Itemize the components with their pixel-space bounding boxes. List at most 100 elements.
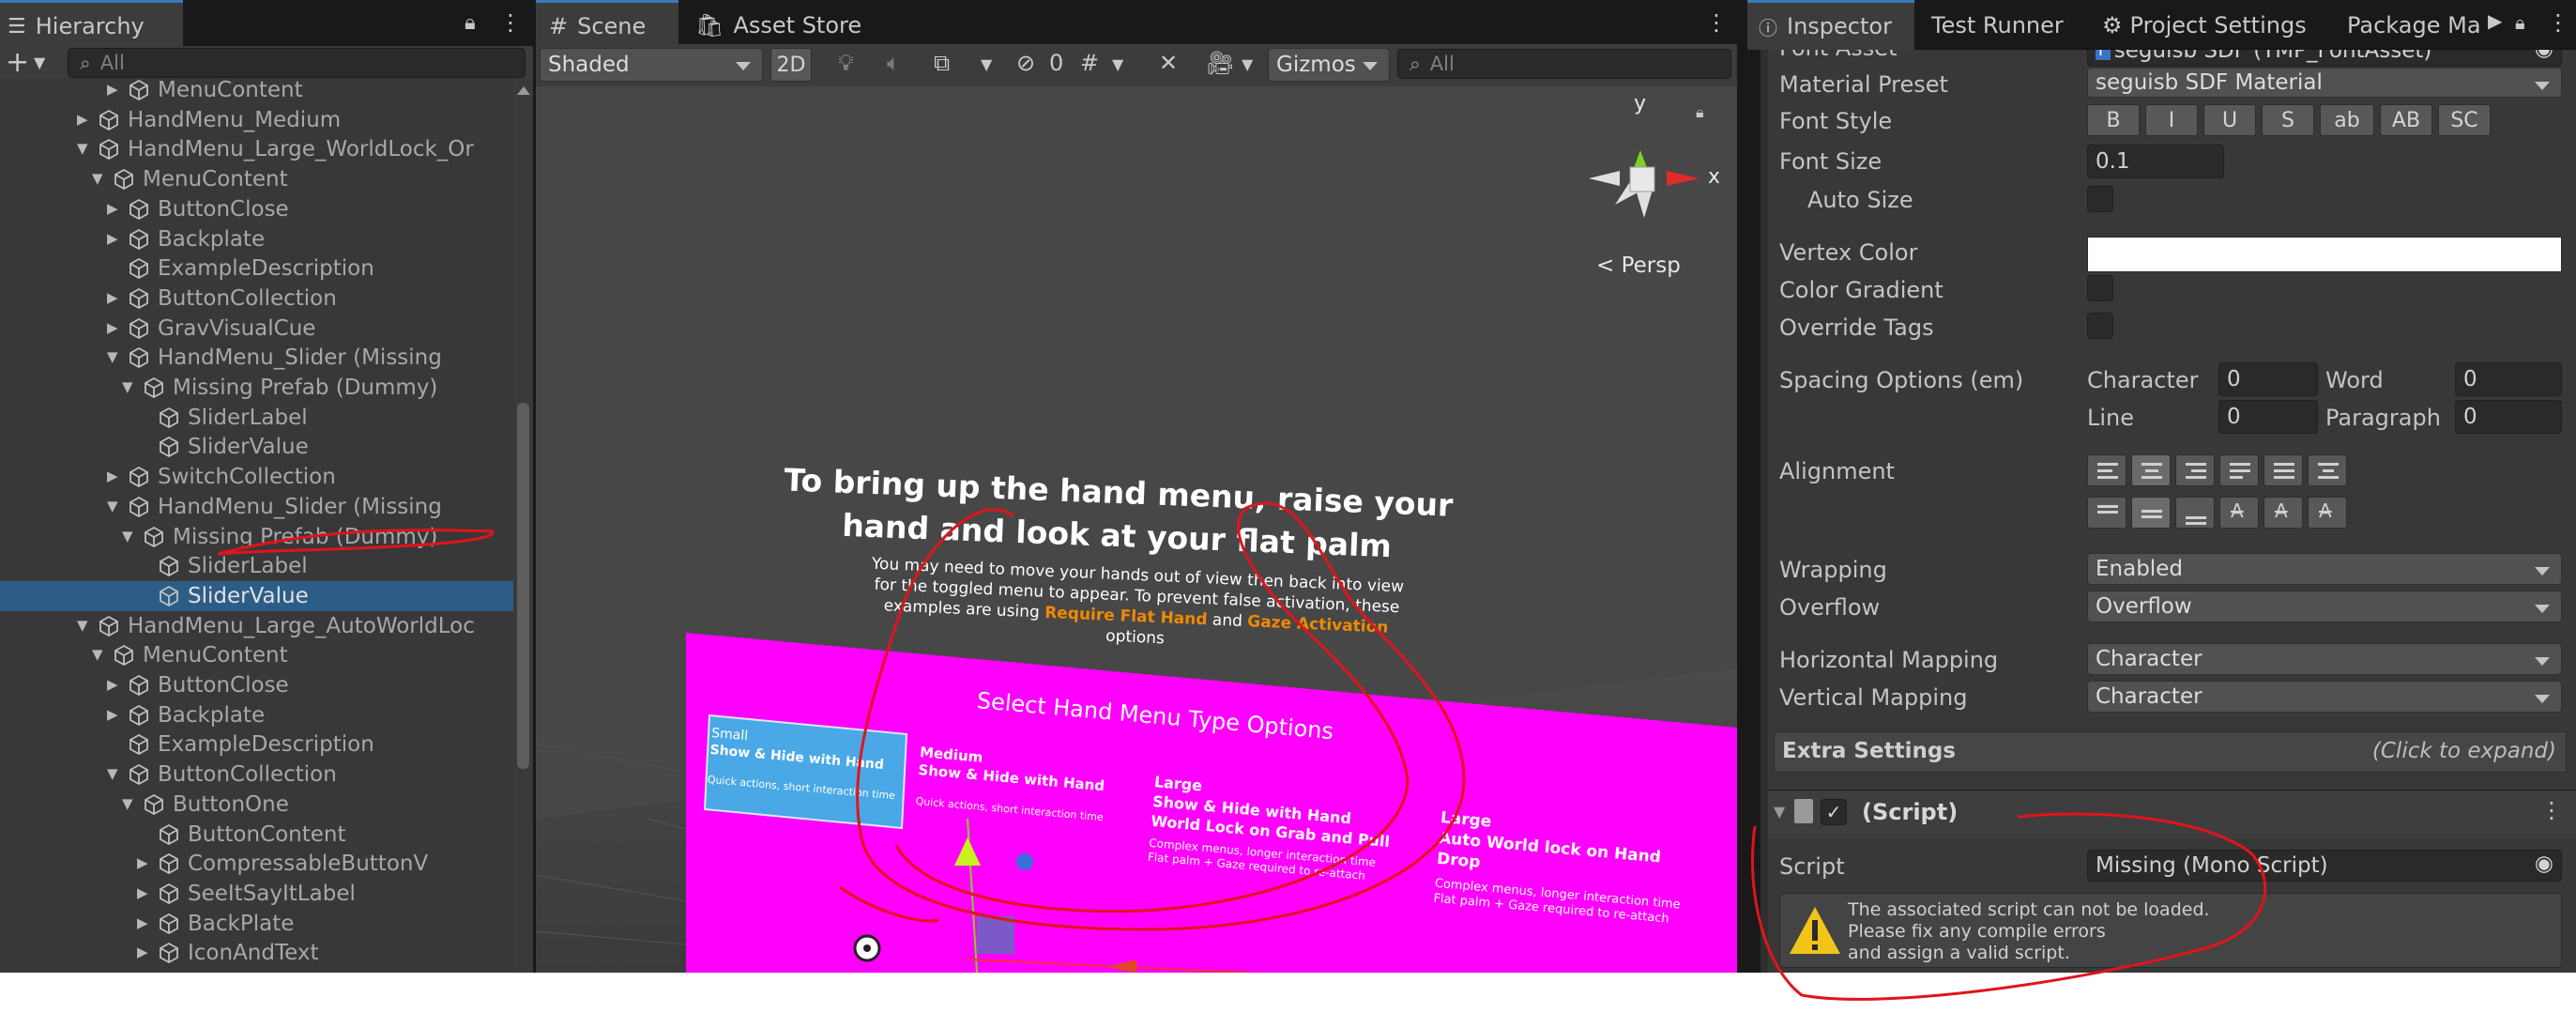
foldout-collapsed-icon[interactable]: ▶ [137,884,148,901]
font-style-ab-button[interactable]: AB [2380,104,2432,136]
align-top-button[interactable] [2087,497,2126,529]
foldout-collapsed-icon[interactable]: ▶ [107,230,118,247]
align-left-button[interactable] [2087,454,2126,486]
hierarchy-row[interactable]: ▶ ButtonClose [0,670,513,700]
font-style-u-button[interactable]: U [2203,104,2256,136]
foldout-collapsed-icon[interactable]: ▶ [137,914,148,931]
override-tags-checkbox[interactable] [2087,313,2113,339]
lock-icon[interactable]: 🔒︎ [1696,103,1704,122]
spacing-word-input[interactable]: 0 [2455,362,2562,396]
scroll-up-arrow[interactable] [517,86,530,95]
more-options-icon[interactable]: ⋮ [2547,9,2569,36]
hierarchy-row[interactable]: ▶ MenuContent [0,79,513,105]
grid-dropdown-icon[interactable]: ▼ [1112,55,1123,73]
foldout-collapsed-icon[interactable]: ▶ [137,854,148,871]
hierarchy-row[interactable]: ▼ MenuContent [0,164,513,194]
foldout-collapsed-icon[interactable]: ▶ [107,289,118,306]
draw-mode-dropdown[interactable]: Shaded [540,48,763,82]
hierarchy-row[interactable]: ▼ Missing Prefab (Dummy) [0,373,513,403]
hierarchy-row[interactable]: ▶ BackPlate [0,909,513,939]
effects-dropdown-icon[interactable]: ▼ [981,55,992,73]
foldout-expanded-icon[interactable]: ▼ [92,170,103,187]
tools-icon[interactable]: ✕ [1159,50,1178,76]
font-style-i-button[interactable]: I [2145,104,2198,136]
foldout-expanded-icon[interactable]: ▼ [107,348,118,365]
overflow-dropdown[interactable]: Overflow [2087,591,2562,622]
hierarchy-row[interactable]: ▼ HandMenu_Slider (Missing [0,343,513,373]
hierarchy-row[interactable]: ▼ ButtonCollection [0,760,513,790]
vertical-mapping-dropdown[interactable]: Character [2087,681,2562,713]
hierarchy-row[interactable]: ▶ HandMenu_Medium [0,105,513,135]
scene-viewport[interactable]: y x 🔒︎ < Persp To bring up the hand menu… [536,86,1737,973]
tab-asset-store[interactable]: 🛍︎ Asset Store [695,0,883,50]
tab-hierarchy[interactable]: ☰ Hierarchy [0,0,183,50]
gizmo-center-cube[interactable] [1629,166,1655,192]
font-style-s-button[interactable]: S [2262,104,2314,136]
2d-toggle-button[interactable]: 2D [770,48,812,82]
foldout-collapsed-icon[interactable]: ▶ [107,468,118,484]
camera-dropdown-icon[interactable]: ▼ [1242,55,1253,73]
hierarchy-row[interactable]: ▼ HandMenu_Large_AutoWorldLoc [0,611,513,641]
hierarchy-row[interactable]: ▶ IconAndText [0,938,513,968]
hierarchy-row[interactable]: ExampleDescription [0,253,513,284]
lighting-bulb-icon[interactable]: 💡︎ [838,50,854,76]
hierarchy-row[interactable]: SliderLabel [0,403,513,433]
align-bottom-button[interactable] [2175,497,2215,529]
hierarchy-row[interactable]: SliderValue [0,432,513,462]
tab-scroll-right-icon[interactable]: ▶ [2488,9,2502,32]
lock-icon[interactable]: 🔒︎ [465,11,476,35]
scene-search-input[interactable]: ⌕ All [1397,49,1731,79]
foldout-expanded-icon[interactable]: ▼ [77,140,88,157]
font-size-input[interactable]: 0.1 [2087,145,2224,178]
hierarchy-search-input[interactable]: ⌕ All [68,48,526,78]
hierarchy-row[interactable]: ▼ HandMenu_Slider (Missing [0,492,513,522]
vertex-color-swatch[interactable] [2087,237,2562,272]
persp-toggle[interactable]: < Persp [1596,253,1681,278]
hierarchy-row[interactable]: SliderValue [0,580,513,611]
foldout-expanded-icon[interactable]: ▼ [122,528,133,545]
align-justify-button[interactable] [2219,454,2259,486]
foldout-collapsed-icon[interactable]: ▶ [137,944,148,960]
align-flush-button[interactable] [2264,454,2303,486]
spacing-paragraph-input[interactable]: 0 [2455,400,2562,434]
hierarchy-row[interactable]: ▶ SeeItSayItLabel [0,879,513,909]
gizmos-dropdown[interactable]: Gizmos [1268,48,1390,82]
hierarchy-row[interactable]: ButtonContent [0,820,513,850]
foldout-collapsed-icon[interactable]: ▶ [107,676,118,693]
foldout-expanded-icon[interactable]: ▼ [92,646,103,663]
grid-snapping-icon[interactable]: # [1080,50,1099,76]
tab-test-runner[interactable]: Test Runner [1931,0,2064,50]
foldout-collapsed-icon[interactable]: ▶ [107,81,118,98]
align-right-button[interactable] [2175,454,2215,486]
hierarchy-row[interactable]: ▶ CompressableButtonV [0,849,513,879]
lock-icon[interactable]: 🔒︎ [2515,11,2525,34]
horizontal-mapping-dropdown[interactable]: Character [2087,643,2562,675]
foldout-collapsed-icon[interactable]: ▶ [107,200,118,217]
hierarchy-row[interactable]: ▼ Missing Prefab (Dummy) [0,522,513,552]
transform-cube[interactable] [977,916,1014,954]
foldout-expanded-icon[interactable]: ▼ [77,617,88,634]
font-style-ab-button[interactable]: ab [2320,104,2374,136]
hierarchy-row[interactable]: ▶ Backplate [0,224,513,254]
hierarchy-row[interactable]: ▶ SwitchCollection [0,462,513,492]
tab-inspector[interactable]: ⓘ Inspector [1747,0,1914,50]
camera-icon[interactable]: 🎥︎ [1206,50,1234,76]
align-midline-button[interactable]: A [2264,497,2303,529]
extra-settings-foldout[interactable]: Extra Settings (Click to expand) [1774,731,2567,773]
auto-size-checkbox[interactable] [2087,186,2113,212]
spacing-line-input[interactable]: 0 [2218,400,2318,434]
foldout-expanded-icon[interactable]: ▼ [107,765,118,782]
hierarchy-row[interactable]: ExampleDescription [0,729,513,760]
tab-scene[interactable]: # Scene [536,0,678,50]
align-middle-button[interactable] [2131,497,2171,529]
visibility-hidden-icon[interactable]: ⊘ [1016,50,1035,76]
hierarchy-scrollbar[interactable] [513,79,533,973]
audio-speaker-icon[interactable]: 🔈︎ [887,50,900,76]
tab-package-manager[interactable]: Package Ma [2347,0,2483,50]
foldout-expanded-icon[interactable]: ▼ [107,498,118,514]
foldout-collapsed-icon[interactable]: ▶ [107,706,118,723]
panel-divider[interactable] [1737,0,1761,973]
hierarchy-row[interactable]: ▶ GravVisualCue [0,314,513,344]
more-options-icon[interactable]: ⋮ [2540,797,2563,823]
align-baseline-button[interactable]: A [2219,497,2259,529]
